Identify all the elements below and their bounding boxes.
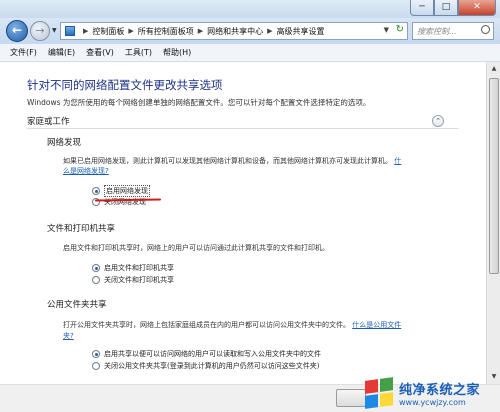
profile-title: 家庭或工作 [27, 117, 70, 127]
recent-pages-dropdown[interactable]: ▼ [52, 27, 57, 34]
page-intro: Windows 为您所使用的每个网络创建单独的网络配置文件。您可以针对每个配置文… [27, 98, 371, 107]
profile-divider [27, 128, 459, 129]
radio-button[interactable] [92, 362, 100, 370]
scroll-up-icon[interactable]: ▲ [488, 62, 500, 76]
radio-button[interactable] [92, 264, 100, 272]
scrollbar-thumb[interactable] [489, 78, 499, 274]
site-watermark: 纯净系统之家 www.ycwjzy.com [362, 374, 500, 412]
radio-button[interactable] [92, 350, 100, 358]
watermark-brand: 纯净系统之家 [399, 383, 481, 398]
arrow-right-icon: → [35, 24, 45, 37]
radio-disable-file-printer-sharing[interactable]: 关闭文件和打印机共享 [92, 275, 174, 285]
minimize-button[interactable]: ─ [410, 0, 434, 16]
menu-help[interactable]: 帮助(H) [163, 47, 191, 58]
section-desc-network-discovery: 如果已启用网络发现，则此计算机可以发现其他网络计算机和设备，而其他网络计算机亦可… [63, 156, 401, 166]
address-bar[interactable]: ▶ 控制面板 ▶ 所有控制面板项 ▶ 网络和共享中心 ▶ 高级共享设置 ▼ ↻ [60, 22, 408, 40]
menu-view[interactable]: 查看(V) [86, 47, 114, 58]
refresh-icon[interactable]: ↻ [396, 24, 404, 35]
menu-bar: 文件(F) 编辑(E) 查看(V) 工具(T) 帮助(H) [0, 44, 500, 62]
watermark-url: www.ycwjzy.com [399, 398, 466, 407]
what-is-network-discovery-link-2[interactable]: 么是网络发现? [63, 167, 109, 175]
radio-label: 关闭公用文件夹共享(登录到此计算机的用户仍然可以访问这些文件夹) [104, 362, 320, 370]
window-controls: ─ □ ✕ [410, 0, 496, 16]
menu-tools[interactable]: 工具(T) [125, 47, 152, 58]
radio-button[interactable] [92, 276, 100, 284]
section-desc-public-folder-line2: 夹? [63, 331, 74, 341]
radio-button[interactable] [92, 187, 100, 195]
close-button[interactable]: ✕ [458, 0, 496, 16]
breadcrumb-network-center[interactable]: 网络和共享中心 [207, 26, 263, 37]
watermark-text: 纯净系统之家 www.ycwjzy.com [399, 379, 480, 407]
address-dropdown-icon[interactable]: ▼ [384, 26, 389, 34]
radio-enable-public-folder-sharing[interactable]: 启用共享以便可以访问网络的用户可以读取和写入公用文件夹中的文件 [92, 349, 321, 359]
vertical-scrollbar[interactable]: ▲ ▼ [486, 62, 500, 384]
chevron-right-icon[interactable]: ▶ [267, 27, 272, 35]
navigation-bar: ← → ▼ ▶ 控制面板 ▶ 所有控制面板项 ▶ 网络和共享中心 ▶ 高级共享设… [0, 18, 500, 44]
chevron-up-icon: ⌃ [435, 117, 441, 125]
radio-disable-public-folder-sharing[interactable]: 关闭公用文件夹共享(登录到此计算机的用户仍然可以访问这些文件夹) [92, 361, 319, 371]
radio-label: 启用网络发现 [104, 185, 150, 197]
section-desc-network-discovery-line2: 么是网络发现? [63, 166, 109, 176]
chevron-right-icon[interactable]: ▶ [128, 27, 133, 35]
forward-button[interactable]: → [30, 21, 50, 41]
breadcrumb-all-items[interactable]: 所有控制面板项 [138, 26, 194, 37]
section-desc-file-printer-sharing: 启用文件和打印机共享时，网络上的用户可以访问通过此计算机共享的文件和打印机。 [63, 244, 329, 252]
collapse-profile-button[interactable]: ⌃ [432, 115, 444, 127]
section-title-public-folder-sharing: 公用文件夹共享 [47, 300, 107, 310]
search-placeholder: 搜索控制... [417, 27, 457, 36]
back-button[interactable]: ← [6, 20, 28, 42]
chevron-right-icon[interactable]: ▶ [83, 27, 88, 35]
windows-logo-icon [362, 376, 396, 410]
section-title-file-printer-sharing: 文件和打印机共享 [47, 224, 116, 234]
page-title: 针对不同的网络配置文件更改共享选项 [27, 78, 223, 92]
radio-label: 启用文件和打印机共享 [104, 264, 174, 272]
desc-text: 如果已启用网络发现，则此计算机可以发现其他网络计算机和设备，而其他网络计算机亦可… [63, 157, 392, 165]
radio-enable-file-printer-sharing[interactable]: 启用文件和打印机共享 [92, 263, 174, 273]
search-icon[interactable] [481, 25, 490, 34]
main-content: 针对不同的网络配置文件更改共享选项 Windows 为您所使用的每个网络创建单独… [0, 62, 486, 384]
radio-label: 启用共享以便可以访问网络的用户可以读取和写入公用文件夹中的文件 [104, 350, 321, 358]
breadcrumb-control-panel[interactable]: 控制面板 [92, 26, 124, 37]
section-desc-public-folder-sharing: 打开公用文件夹共享时，网络上包括家庭组成员在内的用户都可以访问公用文件夹中的文件… [63, 320, 401, 330]
breadcrumb-advanced-sharing[interactable]: 高级共享设置 [277, 26, 325, 37]
radio-enable-network-discovery[interactable]: 启用网络发现 [92, 185, 150, 197]
menu-edit[interactable]: 编辑(E) [48, 47, 75, 58]
what-is-public-folder-link[interactable]: 什么是公用文件 [352, 321, 401, 329]
what-is-public-folder-link-2[interactable]: 夹? [63, 332, 74, 340]
section-title-network-discovery: 网络发现 [47, 138, 82, 148]
chevron-right-icon[interactable]: ▶ [198, 27, 203, 35]
desc-text: 打开公用文件夹共享时，网络上包括家庭组成员在内的用户都可以访问公用文件夹中的文件… [63, 321, 350, 329]
radio-label: 关闭文件和打印机共享 [104, 276, 174, 284]
menu-file[interactable]: 文件(F) [10, 47, 37, 58]
control-panel-icon [65, 26, 75, 36]
search-input[interactable]: 搜索控制... [412, 22, 494, 40]
arrow-left-icon: ← [11, 23, 23, 37]
maximize-button[interactable]: □ [434, 0, 458, 16]
what-is-network-discovery-link[interactable]: 什 [394, 157, 401, 165]
